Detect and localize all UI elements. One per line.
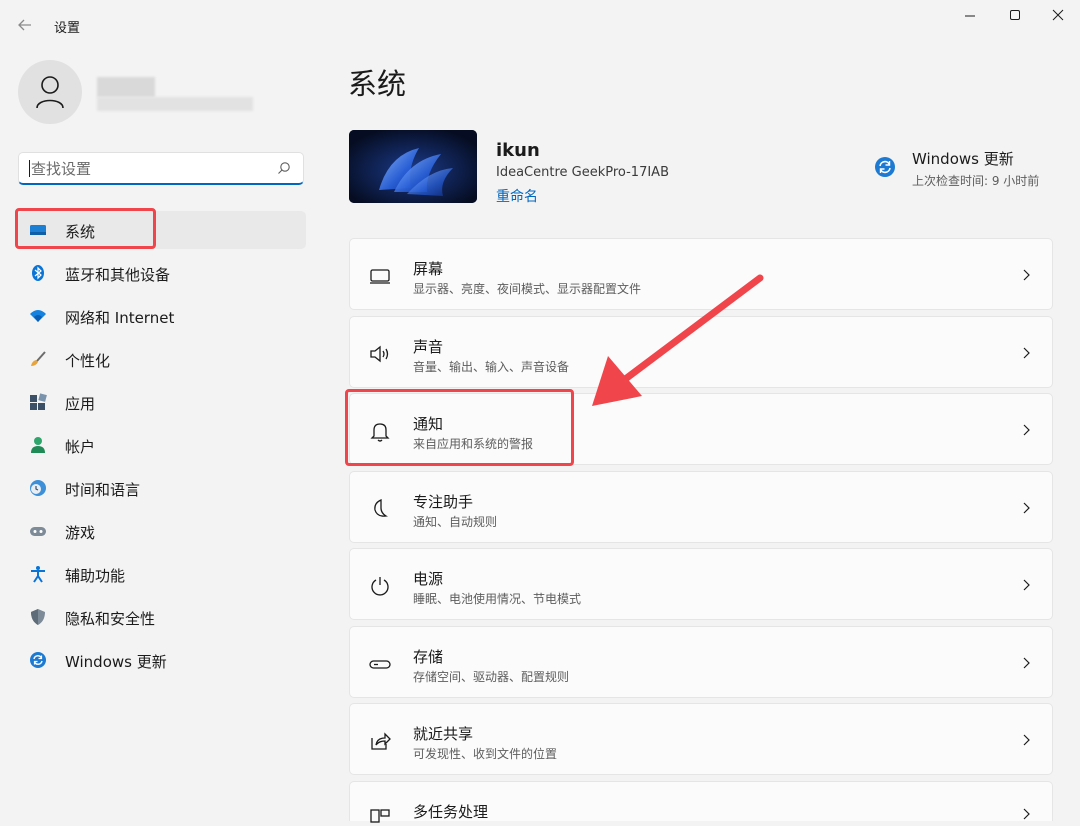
search-input[interactable] (29, 158, 273, 180)
windows-bloom-image (349, 130, 477, 203)
chevron-right-icon (1023, 579, 1030, 591)
device-model: IdeaCentre GeekPro-17IAB (496, 165, 669, 180)
bluetooth-icon (32, 265, 44, 281)
windows-update-title[interactable]: Windows 更新 (912, 148, 1014, 169)
card-focus-assist[interactable]: 专注助手 通知、自动规则 (349, 471, 1053, 543)
rename-link[interactable]: 重命名 (496, 186, 538, 206)
sidebar-item-label: 辅助功能 (65, 567, 126, 585)
card-subtitle: 睡眠、电池使用情况、节电模式 (413, 592, 582, 606)
shield-icon (31, 609, 45, 625)
card-title: 屏幕 (413, 260, 444, 278)
windows-update-status-icon[interactable] (874, 156, 896, 178)
chevron-right-icon (1023, 424, 1030, 436)
card-title: 专注助手 (413, 493, 474, 511)
sidebar-item-windows-update[interactable]: Windows 更新 (18, 641, 306, 679)
email-redacted (97, 97, 253, 111)
card-title: 电源 (413, 570, 444, 588)
user-icon (36, 76, 64, 109)
sidebar-item-gaming[interactable]: 游戏 (18, 512, 306, 550)
close-icon[interactable] (1038, 4, 1078, 26)
page-title: 系统 (348, 67, 407, 101)
card-title: 声音 (413, 338, 444, 356)
chevron-right-icon (1023, 347, 1030, 359)
chevron-right-icon (1023, 657, 1030, 669)
sidebar-item-time-language[interactable]: 时间和语言 (18, 469, 306, 507)
sidebar-item-label: 应用 (65, 395, 96, 413)
username-redacted (97, 77, 155, 97)
multitask-icon (370, 809, 390, 823)
account-icon (31, 437, 45, 453)
annotation-arrow-icon (592, 274, 764, 406)
sidebar-item-label: 时间和语言 (65, 481, 141, 499)
brush-icon (31, 351, 46, 366)
avatar[interactable] (18, 60, 82, 124)
gamepad-icon (30, 527, 46, 536)
sidebar-item-personalization[interactable]: 个性化 (18, 340, 306, 378)
sidebar-item-apps[interactable]: 应用 (18, 383, 306, 421)
search-icon[interactable] (277, 161, 291, 175)
minimize-icon[interactable] (950, 4, 990, 26)
chevron-right-icon (1023, 808, 1030, 820)
windows-update-last-checked: 上次检查时间: 9 小时前 (912, 174, 1040, 188)
device-wallpaper-thumbnail (349, 130, 477, 203)
card-storage[interactable]: 存储 存储空间、驱动器、配置规则 (349, 626, 1053, 698)
card-title: 多任务处理 (413, 803, 489, 821)
card-subtitle: 音量、输出、输入、声音设备 (413, 360, 570, 374)
search-box[interactable] (18, 152, 304, 185)
sidebar-item-privacy[interactable]: 隐私和安全性 (18, 598, 306, 636)
card-nearby-sharing[interactable]: 就近共享 可发现性、收到文件的位置 (349, 703, 1053, 775)
sidebar-item-label: Windows 更新 (65, 653, 167, 671)
card-power[interactable]: 电源 睡眠、电池使用情况、节电模式 (349, 548, 1053, 620)
wifi-icon (30, 310, 46, 322)
clock-globe-icon (30, 480, 46, 496)
chevron-right-icon (1023, 502, 1030, 514)
update-icon (30, 652, 46, 668)
sidebar-item-label: 蓝牙和其他设备 (65, 266, 171, 284)
apps-icon (30, 393, 47, 410)
sidebar-item-label: 游戏 (65, 524, 96, 542)
drive-icon (369, 660, 391, 669)
sidebar-item-label: 个性化 (65, 352, 111, 370)
moon-icon (374, 499, 388, 517)
sidebar-item-accounts[interactable]: 帐户 (18, 426, 306, 464)
annotation-highlight-notifications (345, 389, 574, 466)
sidebar-item-label: 帐户 (65, 438, 96, 456)
back-arrow-icon[interactable] (14, 14, 36, 36)
sidebar-item-label: 隐私和安全性 (65, 610, 156, 628)
sidebar-item-network[interactable]: 网络和 Internet (18, 297, 306, 335)
app-title: 设置 (54, 21, 81, 36)
device-name: ikun (496, 140, 540, 161)
card-subtitle: 通知、自动规则 (413, 515, 498, 529)
accessibility-icon (31, 566, 45, 583)
speaker-icon (370, 345, 389, 363)
card-title: 就近共享 (413, 725, 474, 743)
monitor-icon (370, 269, 390, 284)
card-subtitle: 可发现性、收到文件的位置 (413, 747, 558, 761)
sidebar-item-accessibility[interactable]: 辅助功能 (18, 555, 306, 593)
sidebar-item-label: 网络和 Internet (65, 309, 175, 327)
share-icon (371, 732, 391, 750)
annotation-highlight-system (15, 208, 156, 249)
power-icon (371, 577, 389, 596)
card-subtitle: 存储空间、驱动器、配置规则 (413, 670, 570, 684)
title-bar: 设置 (0, 0, 1080, 48)
sidebar-item-bluetooth[interactable]: 蓝牙和其他设备 (18, 254, 306, 292)
card-multitasking[interactable]: 多任务处理 (349, 781, 1053, 823)
card-title: 存储 (413, 648, 444, 666)
chevron-right-icon (1023, 734, 1030, 746)
maximize-icon[interactable] (995, 4, 1035, 26)
chevron-right-icon (1023, 269, 1030, 281)
text-caret (29, 160, 30, 177)
